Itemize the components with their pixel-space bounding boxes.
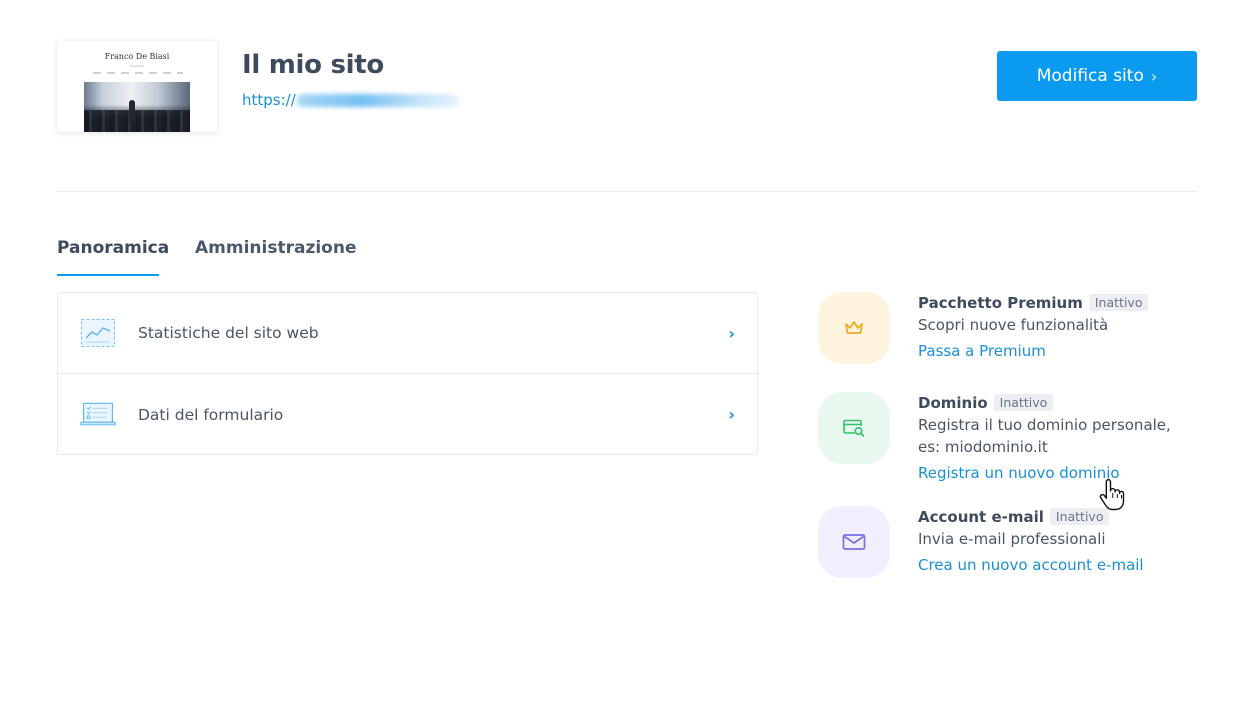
- stats-row-label: Statistiche del sito web: [138, 324, 319, 342]
- upgrade-premium-link[interactable]: Passa a Premium: [918, 342, 1046, 360]
- header-divider: [57, 191, 1197, 192]
- status-badge: Inattivo: [993, 394, 1054, 411]
- edit-site-button[interactable]: Modifica sito ›: [997, 51, 1197, 101]
- status-badge: Inattivo: [1088, 294, 1149, 311]
- domain-title: Dominio: [918, 394, 988, 412]
- crown-icon: [845, 321, 863, 334]
- email-description: Invia e-mail professionali: [918, 530, 1106, 548]
- chevron-right-icon: ›: [728, 405, 735, 424]
- thumbnail-site-name: Franco De Biasi: [104, 52, 170, 61]
- site-thumbnail[interactable]: Franco De Biasi Biografia: [57, 41, 217, 132]
- email-icon-tile: [818, 506, 890, 578]
- page-title: Il mio sito: [242, 50, 384, 80]
- tab-administration[interactable]: Amministrazione: [195, 238, 356, 258]
- hand-pointer-cursor-icon: [1099, 478, 1125, 511]
- form-data-row[interactable]: Dati del formulario ›: [58, 374, 757, 455]
- site-url-link[interactable]: https://: [242, 91, 459, 109]
- email-title: Account e-mail: [918, 508, 1044, 526]
- domain-search-icon: [843, 419, 865, 437]
- blurred-url: [296, 94, 459, 107]
- register-domain-link[interactable]: Registra un nuovo dominio: [918, 464, 1120, 482]
- form-laptop-icon: [80, 402, 116, 425]
- domain-icon-tile: [818, 392, 890, 464]
- tab-overview[interactable]: Panoramica: [57, 238, 169, 258]
- premium-title-line: Pacchetto Premium Inattivo: [918, 294, 1149, 312]
- thumbnail-photo: [84, 82, 190, 132]
- form-data-row-label: Dati del formulario: [138, 405, 284, 424]
- chart-icon: [81, 319, 115, 347]
- thumbnail-tagline: Biografia: [130, 64, 144, 68]
- premium-icon-tile: [818, 292, 890, 364]
- create-email-link[interactable]: Crea un nuovo account e-mail: [918, 556, 1144, 574]
- envelope-icon: [842, 534, 866, 550]
- overview-panel: Statistiche del sito web › Dati del form…: [57, 292, 758, 455]
- chevron-right-icon: ›: [1150, 66, 1158, 86]
- active-tab-indicator: [57, 274, 159, 276]
- chevron-right-icon: ›: [728, 323, 735, 343]
- email-title-line: Account e-mail Inattivo: [918, 508, 1110, 526]
- premium-description: Scopri nuove funzionalità: [918, 316, 1109, 334]
- domain-title-line: Dominio Inattivo: [918, 394, 1054, 412]
- edit-site-label: Modifica sito: [1036, 66, 1144, 86]
- domain-description: Registra il tuo dominio personale, es: m…: [918, 416, 1171, 456]
- site-url-prefix: https://: [242, 91, 296, 109]
- thumbnail-nav: [93, 72, 183, 74]
- premium-title: Pacchetto Premium: [918, 294, 1083, 312]
- stats-row[interactable]: Statistiche del sito web ›: [58, 293, 757, 374]
